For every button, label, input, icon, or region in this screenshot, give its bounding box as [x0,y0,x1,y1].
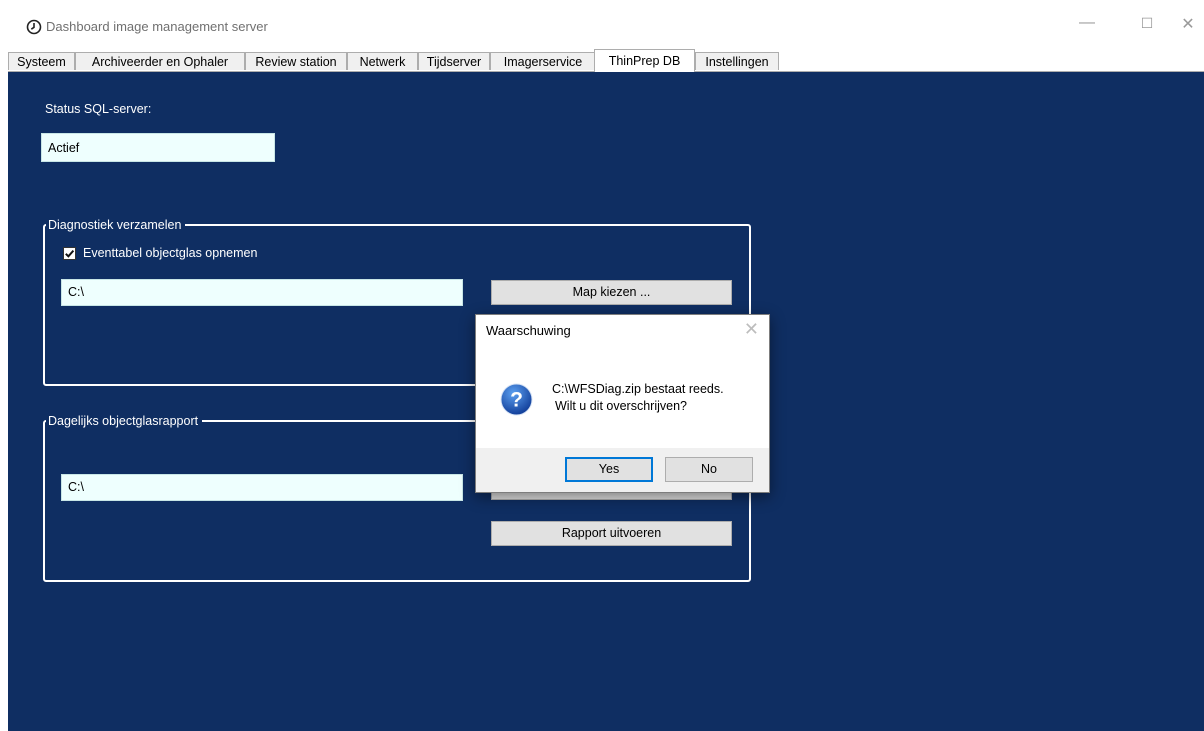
dialog-message-line-1: C:\WFSDiag.zip bestaat reeds. [552,382,724,396]
app-window: Dashboard image management server — ☐ ✕ … [0,0,1204,731]
tab-thinprep-db[interactable]: ThinPrep DB [594,49,695,72]
sql-status-field: Actief [41,133,275,162]
dialog-button-bar: Yes No [476,448,769,492]
event-table-checkbox[interactable] [63,247,76,260]
clock-icon [26,19,42,35]
tab-archiveerder-en-ophaler[interactable]: Archiveerder en Ophaler [75,52,245,70]
tab-tijdserver[interactable]: Tijdserver [418,52,490,70]
tab-review-station[interactable]: Review station [245,52,347,70]
diagnostics-group-title: Diagnostiek verzamelen [46,218,186,232]
dialog-message-line-2: Wilt u dit overschrijven? [555,399,687,413]
report-path-field[interactable]: C:\ [61,474,463,501]
tab-netwerk[interactable]: Netwerk [347,52,418,70]
checkmark-icon [65,249,75,258]
window-title: Dashboard image management server [46,19,268,34]
tab-strip: Systeem Archiveerder en Ophaler Review s… [8,49,1204,72]
tab-imagerservice[interactable]: Imagerservice [490,52,596,70]
event-table-checkbox-label: Eventtabel objectglas opnemen [83,246,258,260]
no-button[interactable]: No [665,457,753,482]
diagnostics-path-field[interactable]: C:\ [61,279,463,306]
choose-folder-button[interactable]: Map kiezen ... [491,280,732,305]
tab-systeem[interactable]: Systeem [8,52,75,70]
warning-dialog: Waarschuwing ✕ ? C:\WFSDiag.zip bestaat … [475,314,770,493]
minimize-button[interactable]: — [1072,14,1102,32]
dialog-title: Waarschuwing [486,323,571,338]
dialog-close-button[interactable]: ✕ [744,319,759,340]
close-button[interactable]: ✕ [1173,14,1203,34]
tab-instellingen[interactable]: Instellingen [695,52,779,70]
daily-report-group-title: Dagelijks objectglasrapport [46,414,203,428]
svg-text:?: ? [510,389,523,412]
maximize-button[interactable]: ☐ [1132,15,1162,32]
window-left-edge [0,0,6,731]
sql-status-label: Status SQL-server: [45,102,152,116]
question-icon: ? [500,383,533,416]
yes-button[interactable]: Yes [565,457,653,482]
run-report-button[interactable]: Rapport uitvoeren [491,521,732,546]
title-bar[interactable]: Dashboard image management server — ☐ ✕ [6,0,1204,46]
